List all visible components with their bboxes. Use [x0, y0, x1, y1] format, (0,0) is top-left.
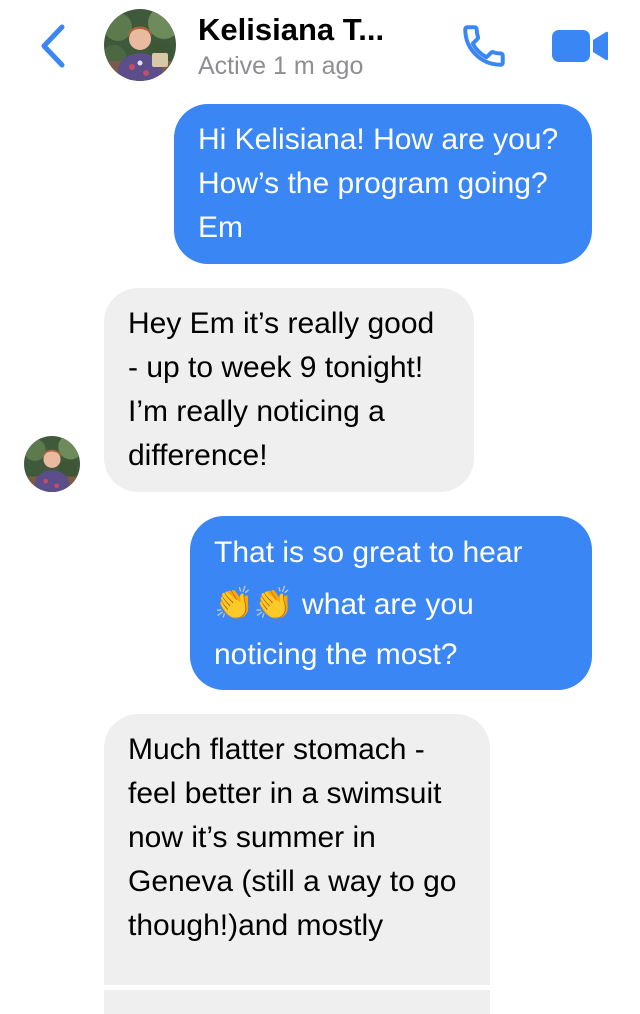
message-text: Much flatter stomach - feel better in a … [128, 733, 457, 942]
contact-name[interactable]: Kelisiana T... [198, 12, 384, 48]
screen-bottom-edge [0, 985, 640, 990]
message-text: That is so great to hear [214, 536, 523, 569]
phone-icon [463, 25, 505, 67]
video-camera-icon [552, 30, 608, 62]
message-text: Hey Em it’s really good - up to week 9 t… [128, 307, 435, 472]
clapping-hands-emoji: 👏👏 [214, 584, 294, 622]
active-status: Active 1 m ago [198, 52, 364, 80]
video-call-button[interactable] [548, 20, 612, 72]
chevron-left-icon [41, 24, 65, 68]
message-bubble-incoming[interactable]: Much flatter stomach - feel better in a … [104, 714, 490, 1014]
message-bubble-outgoing[interactable]: Hi Kelisiana! How are you? How’s the pro… [174, 104, 592, 264]
contact-avatar[interactable] [104, 9, 176, 81]
audio-call-button[interactable] [454, 16, 514, 76]
conversation-header: Kelisiana T... Active 1 m ago [0, 0, 640, 96]
message-text: Hi Kelisiana! How are you? How’s the pro… [198, 123, 559, 244]
sender-avatar[interactable] [24, 436, 80, 492]
message-bubble-outgoing[interactable]: That is so great to hear 👏👏 what are you… [190, 516, 592, 690]
back-button[interactable] [30, 18, 74, 74]
message-bubble-incoming[interactable]: Hey Em it’s really good - up to week 9 t… [104, 288, 474, 492]
